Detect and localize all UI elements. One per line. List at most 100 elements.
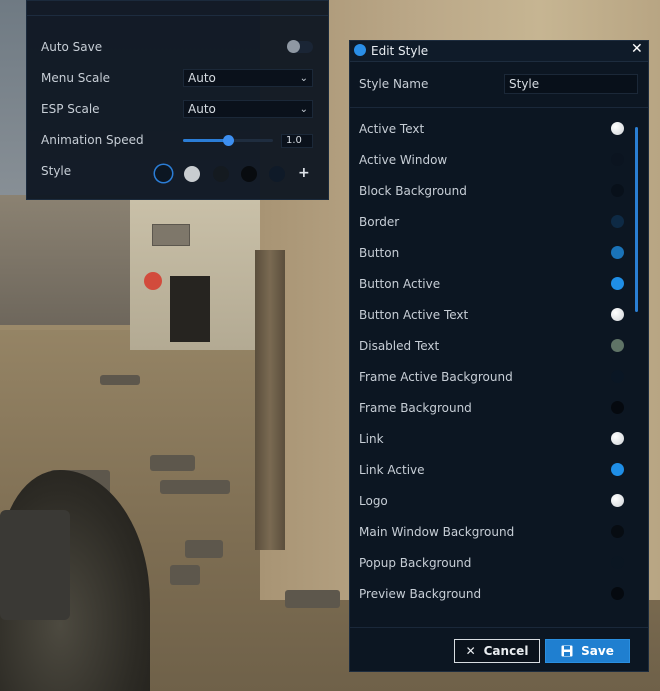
chevron-down-icon: ⌄ [299,72,308,84]
rubble [150,455,195,471]
settings-panel: Auto Save Menu Scale Auto ⌄ ESP Scale Au… [26,0,329,200]
color-swatch[interactable] [611,494,624,507]
floppy-disk-icon [561,645,573,657]
color-row[interactable]: Button Active [359,273,629,295]
close-icon: ✕ [465,644,476,658]
color-label: Popup Background [359,556,472,570]
style-name-input[interactable]: Style [504,74,638,94]
style-swatch[interactable] [155,165,172,182]
cancel-button[interactable]: ✕ Cancel [454,639,540,663]
style-swatch[interactable] [184,166,200,182]
color-swatch[interactable] [611,308,624,321]
color-label: Border [359,215,400,229]
menu-scale-select[interactable]: Auto ⌄ [183,69,313,87]
color-row[interactable]: Button Active Text [359,304,629,326]
auto-save-toggle[interactable] [287,40,313,53]
color-swatch[interactable] [611,339,624,352]
color-swatch[interactable] [611,153,624,166]
color-row[interactable]: Border [359,211,629,233]
style-row: Style [41,161,71,181]
menu-scale-label: Menu Scale [41,71,111,85]
add-style-button[interactable]: + [298,165,310,181]
color-swatch[interactable] [611,215,624,228]
cancel-label: Cancel [483,644,529,658]
esp-scale-row: ESP Scale [41,99,100,119]
color-swatch[interactable] [611,463,624,476]
color-swatch[interactable] [611,370,624,383]
style-label: Style [41,164,72,178]
color-label: Block Background [359,184,467,198]
building-window [152,224,190,246]
color-label: Main Window Background [359,525,515,539]
slider-handle[interactable] [223,135,234,146]
slider-fill [183,139,228,142]
style-swatch[interactable] [213,166,229,182]
color-row[interactable]: Active Window [359,149,629,171]
color-row[interactable]: Preview Background [359,583,629,605]
color-label: Preview Background [359,587,482,601]
rubble [185,540,223,558]
save-button[interactable]: Save [545,639,630,663]
color-row[interactable]: Button [359,242,629,264]
animation-speed-slider[interactable] [183,135,273,146]
player-weapon [0,510,70,620]
color-label: Link Active [359,463,425,477]
color-label: Active Text [359,122,425,136]
color-row[interactable]: Link Active [359,459,629,481]
color-label: Button Active [359,277,441,291]
auto-save-label: Auto Save [41,40,103,54]
color-swatch[interactable] [611,432,624,445]
color-swatch[interactable] [611,401,624,414]
panel-divider [27,15,328,16]
dialog-title: Edit Style [371,44,429,58]
style-swatch[interactable] [241,166,257,182]
close-icon[interactable]: ✕ [631,41,643,57]
esp-scale-value: Auto [188,102,216,116]
animation-speed-row: Animation Speed [41,130,144,150]
color-swatch[interactable] [611,587,624,600]
auto-save-row: Auto Save [41,37,102,57]
animation-speed-label: Animation Speed [41,133,144,147]
dialog-titlebar[interactable]: Edit Style ✕ [350,41,648,62]
color-row[interactable]: Main Window Background [359,521,629,543]
color-row[interactable]: Active Text [359,118,629,140]
color-row[interactable]: Link [359,428,629,450]
pillar [255,250,285,550]
chevron-down-icon: ⌄ [299,103,308,115]
divider [350,107,648,108]
color-row[interactable]: Frame Active Background [359,366,629,388]
color-label: Frame Background [359,401,472,415]
rubble [170,565,200,585]
color-row[interactable]: Block Background [359,180,629,202]
color-swatch[interactable] [611,184,624,197]
color-row[interactable]: Frame Background [359,397,629,419]
menu-scale-row: Menu Scale [41,68,110,88]
color-label: Active Window [359,153,448,167]
wall-sign [144,272,162,290]
color-swatch[interactable] [611,277,624,290]
color-swatch[interactable] [611,246,624,259]
edit-style-dialog: Edit Style ✕ Style Name Style Active Tex… [349,40,649,672]
building [0,195,130,325]
esp-scale-label: ESP Scale [41,102,100,116]
color-list: Active Text Active Window Block Background… [350,111,648,626]
list-scrollbar[interactable] [635,127,638,312]
animation-speed-input[interactable]: 1.0 [281,134,313,148]
divider [350,627,648,628]
color-swatch[interactable] [611,122,624,135]
style-name-label: Style Name [359,77,429,91]
esp-scale-select[interactable]: Auto ⌄ [183,100,313,118]
logo-icon [354,44,366,56]
color-swatch[interactable] [611,525,624,538]
color-label: Link [359,432,384,446]
color-row[interactable]: Logo [359,490,629,512]
color-row[interactable]: Popup Background [359,552,629,574]
rubble [100,375,140,385]
door [170,276,210,342]
color-swatch[interactable] [611,556,624,569]
rubble [285,590,340,608]
color-label: Disabled Text [359,339,440,353]
style-swatch[interactable] [269,166,285,182]
color-row[interactable]: Disabled Text [359,335,629,357]
color-label: Button [359,246,400,260]
